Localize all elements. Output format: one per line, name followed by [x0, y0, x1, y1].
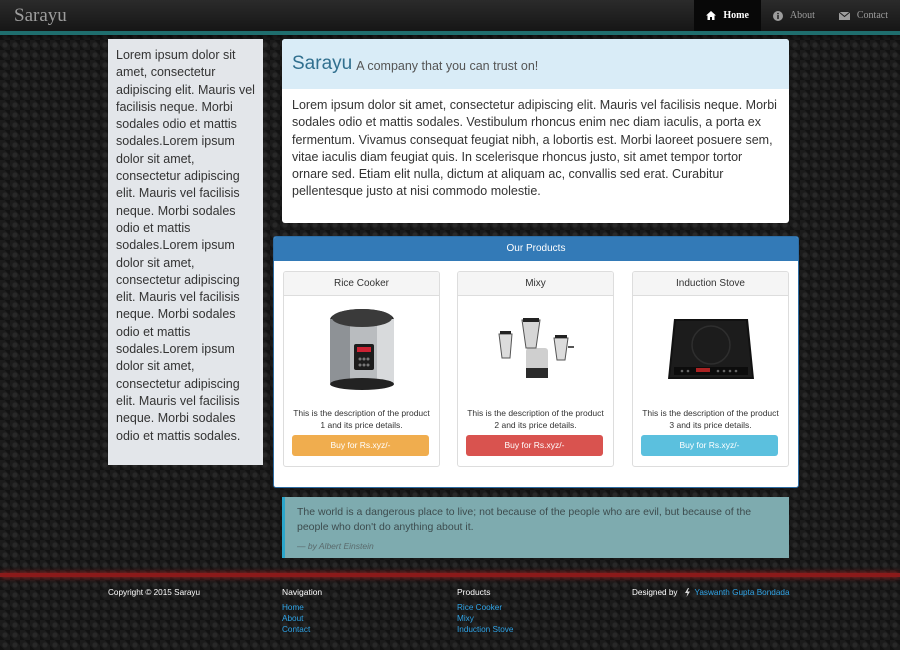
footer-link-rice-cooker[interactable]: Rice Cooker [457, 603, 502, 612]
info-icon [772, 10, 783, 21]
footer-link-contact[interactable]: Contact [282, 625, 310, 634]
product-card-induction-stove: Induction Stove This is the description … [632, 271, 789, 467]
copyright-text: Copyright © 2015 Sarayu [108, 588, 201, 597]
quote-block: The world is a dangerous place to live; … [282, 497, 789, 558]
buy-mixy-button[interactable]: Buy for Rs.xyz/- [466, 435, 603, 456]
main-nav: Home About Contact [694, 0, 900, 31]
designed-by-label: Designed by [632, 588, 678, 597]
footer-link-induction-stove[interactable]: Induction Stove [457, 625, 513, 634]
product-description: This is the description of the product 1… [293, 408, 430, 430]
product-card-rice-cooker: Rice Cooker This is the description of t… [283, 271, 440, 467]
footer-link-about[interactable]: About [282, 614, 303, 623]
brand-logo[interactable]: Sarayu [14, 5, 67, 27]
nav-contact-label: Contact [856, 10, 888, 21]
company-title: Sarayu [292, 53, 353, 74]
product-description: This is the description of the product 2… [467, 408, 604, 430]
nav-home-label: Home [723, 10, 749, 21]
footer-link-home[interactable]: Home [282, 603, 304, 612]
top-navbar: Sarayu Home About Contact [0, 0, 900, 35]
product-description: This is the description of the product 3… [642, 408, 779, 430]
nav-contact[interactable]: Contact [827, 0, 900, 31]
nav-about-label: About [789, 10, 815, 21]
intro-header: Sarayu A company that you can trust on! [282, 39, 789, 89]
product-card-mixy: Mixy This is the description of the prod… [457, 271, 614, 467]
quote-text: The world is a dangerous place to live; … [297, 506, 752, 533]
rice-cooker-image [284, 302, 439, 398]
intro-body: Lorem ipsum dolor sit amet, consectetur … [292, 98, 777, 199]
designer-credit: Designed by Yaswanth Gupta Bondada [632, 588, 790, 597]
product-title: Mixy [458, 272, 613, 296]
buy-rice-cooker-button[interactable]: Buy for Rs.xyz/- [292, 435, 429, 456]
footer-products-heading: Products [457, 587, 491, 597]
footer-navigation-heading: Navigation [282, 587, 323, 597]
mail-icon [838, 11, 850, 20]
induction-stove-image [633, 302, 788, 398]
footer-divider [0, 573, 900, 577]
intro-panel: Sarayu A company that you can trust on! … [282, 39, 789, 223]
mixy-image [458, 302, 613, 398]
home-icon [706, 11, 717, 20]
designer-link[interactable]: Yaswanth Gupta Bondada [695, 588, 790, 597]
product-title: Rice Cooker [284, 272, 439, 296]
company-tagline: A company that you can trust on! [356, 59, 539, 73]
buy-induction-stove-button[interactable]: Buy for Rs.xyz/- [641, 435, 778, 456]
bolt-icon [684, 588, 690, 597]
sidebar-text-panel: Lorem ipsum dolor sit amet, consectetur … [108, 39, 263, 465]
product-title: Induction Stove [633, 272, 788, 296]
products-heading: Our Products [274, 237, 798, 261]
products-panel: Our Products Rice Cooker This is the des… [273, 236, 799, 488]
nav-home[interactable]: Home [694, 0, 761, 31]
nav-about[interactable]: About [761, 0, 827, 31]
footer-link-mixy[interactable]: Mixy [457, 614, 474, 623]
quote-author: — by Albert Einstein [297, 541, 374, 551]
